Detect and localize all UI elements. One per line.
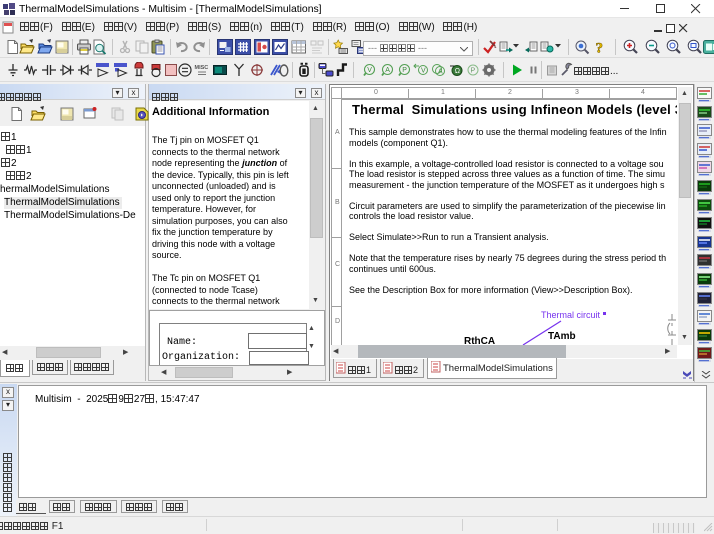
svg-text:V: V [421,68,426,75]
svg-text:V: V [367,67,372,74]
svg-text:MISC: MISC [195,65,209,71]
svg-text:P: P [471,68,476,75]
svg-text:P: P [402,67,407,74]
svg-text:A: A [438,69,443,76]
svg-text:A: A [385,67,390,74]
svg-text:?: ? [596,41,604,56]
svg-text:Ω: Ω [455,68,460,75]
